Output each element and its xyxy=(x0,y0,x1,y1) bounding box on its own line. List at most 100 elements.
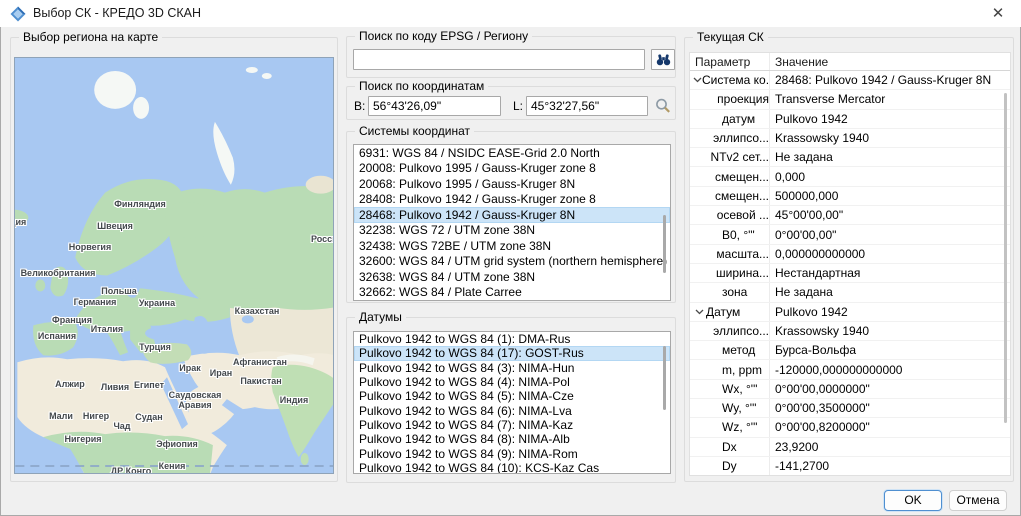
window-title: Выбор СК - КРЕДО 3D СКАН xyxy=(33,6,201,20)
param-value: Krassowsky 1940 xyxy=(770,131,1010,145)
list-item[interactable]: Pulkovo 1942 to WGS 84 (3): NIMA-Hun xyxy=(354,361,670,375)
current-cs-group: Текущая СК Параметр Значение Система ко.… xyxy=(684,37,1014,482)
param-name: эллипсо... xyxy=(697,131,769,145)
chevron-down-icon[interactable] xyxy=(693,309,706,315)
latitude-label: B: xyxy=(354,99,365,113)
param-value: Transverse Mercator xyxy=(770,92,1010,106)
param-row[interactable]: Dy-141,2700 xyxy=(690,457,1010,476)
param-name: метод xyxy=(706,343,755,357)
list-item[interactable]: Pulkovo 1942 to WGS 84 (5): NIMA-Cze xyxy=(354,389,670,403)
list-item[interactable]: Pulkovo 1942 to WGS 84 (8): NIMA-Alb xyxy=(354,432,670,446)
param-value: 0,000000000000 xyxy=(770,247,1010,261)
list-item[interactable]: Pulkovo 1942 to WGS 84 (10): KCS-Kaz Cas xyxy=(354,461,670,474)
param-name: ширина... xyxy=(700,266,769,280)
list-item[interactable]: 32662: WGS 84 / Plate Carree xyxy=(354,285,670,301)
map-image xyxy=(15,58,334,474)
chevron-down-icon[interactable] xyxy=(693,77,702,83)
latitude-input[interactable] xyxy=(368,96,501,116)
param-value: -120000,000000000000 xyxy=(770,363,1010,377)
region-map-group: Выбор региона на карте xyxy=(10,37,338,482)
param-row[interactable]: смещен...500000,000 xyxy=(690,187,1010,206)
param-name: проекция xyxy=(701,92,769,106)
param-value: Не задана xyxy=(770,150,1010,164)
list-item[interactable]: Pulkovo 1942 to WGS 84 (6): NIMA-Lva xyxy=(354,403,670,417)
datum-list-scrollbar[interactable] xyxy=(663,346,666,410)
list-item[interactable]: Pulkovo 1942 to WGS 84 (4): NIMA-Pol xyxy=(354,375,670,389)
app-icon xyxy=(10,6,26,22)
param-row[interactable]: B0, °'"0°00'00,00" xyxy=(690,225,1010,244)
cs-list: 6931: WGS 84 / NSIDC EASE-Grid 2.0 North… xyxy=(353,144,671,301)
param-value: Нестандартная xyxy=(770,266,1010,280)
param-row[interactable]: датумPulkovo 1942 xyxy=(690,110,1010,129)
param-row[interactable]: Wz, °'"0°00'00,8200000" xyxy=(690,418,1010,437)
epsg-search-input[interactable] xyxy=(353,49,645,70)
param-row[interactable]: Dx23,9200 xyxy=(690,438,1010,457)
param-value: 500000,000 xyxy=(770,189,1010,203)
param-row[interactable]: NTv2 сет...Не задана xyxy=(690,148,1010,167)
param-name: Dy xyxy=(706,459,737,473)
param-name: Wx, °'" xyxy=(706,382,757,396)
coords-search-button[interactable] xyxy=(653,96,673,116)
param-name: Wy, °'" xyxy=(706,401,756,415)
param-row[interactable]: эллипсо...Krassowsky 1940 xyxy=(690,322,1010,341)
longitude-input[interactable] xyxy=(526,96,648,116)
longitude-label: L: xyxy=(513,99,523,113)
param-row[interactable]: смещен...0,000 xyxy=(690,167,1010,186)
list-item[interactable]: Pulkovo 1942 to WGS 84 (9): NIMA-Rom xyxy=(354,446,670,460)
current-cs-table-body: Система ко...28468: Pulkovo 1942 / Gauss… xyxy=(690,71,1010,476)
list-item[interactable]: 20008: Pulkovo 1995 / Gauss-Kruger zone … xyxy=(354,161,670,177)
region-map[interactable]: ФинляндияШвецияНорвегиядияРоссияВеликобр… xyxy=(14,57,334,474)
list-item[interactable]: 32600: WGS 84 / UTM grid system (norther… xyxy=(354,254,670,270)
coordinate-systems-group: Системы координат 6931: WGS 84 / NSIDC E… xyxy=(346,131,676,303)
list-item[interactable]: Pulkovo 1942 to WGS 84 (1): DMA-Rus xyxy=(354,332,670,346)
cancel-button[interactable]: Отмена xyxy=(949,490,1007,511)
list-item[interactable]: 28468: Pulkovo 1942 / Gauss-Kruger 8N xyxy=(354,207,670,223)
param-name: датум xyxy=(706,112,755,126)
ok-button[interactable]: OK xyxy=(884,490,942,511)
param-name: m, ppm xyxy=(706,363,762,377)
param-name: эллипсо... xyxy=(697,324,769,338)
param-value: 0°00'00,0000000" xyxy=(770,382,1010,396)
param-row[interactable]: проекцияTransverse Mercator xyxy=(690,90,1010,109)
param-row[interactable]: m, ppm -120000,000000000000 xyxy=(690,360,1010,379)
param-value: Pulkovo 1942 xyxy=(770,305,1010,319)
param-row[interactable]: Wy, °'"0°00'00,3500000" xyxy=(690,399,1010,418)
list-item[interactable]: 32438: WGS 72BE / UTM zone 38N xyxy=(354,238,670,254)
param-row[interactable]: ДатумPulkovo 1942 xyxy=(690,303,1010,322)
list-item[interactable]: 20068: Pulkovo 1995 / Gauss-Kruger 8N xyxy=(354,176,670,192)
binoculars-search-button[interactable] xyxy=(651,49,675,70)
param-row[interactable]: Система ко...28468: Pulkovo 1942 / Gauss… xyxy=(690,71,1010,90)
magnifier-icon xyxy=(655,98,671,114)
list-item[interactable]: 6931: WGS 84 / NSIDC EASE-Grid 2.0 North xyxy=(354,145,670,161)
close-icon[interactable]: ✕ xyxy=(987,4,1009,24)
param-value: Бурса-Вольфа xyxy=(770,343,1010,357)
coords-search-group: Поиск по координатам B: L: xyxy=(346,86,676,120)
param-value: 28468: Pulkovo 1942 / Gauss-Kruger 8N xyxy=(770,73,1010,87)
param-name: осевой ... xyxy=(701,208,769,222)
list-item[interactable]: 28408: Pulkovo 1942 / Gauss-Kruger zone … xyxy=(354,192,670,208)
param-row[interactable]: метод Бурса-Вольфа xyxy=(690,341,1010,360)
current-cs-table-header: Параметр Значение xyxy=(690,53,1010,71)
param-row[interactable]: осевой ...45°00'00,00" xyxy=(690,206,1010,225)
param-row[interactable]: Wx, °'" 0°00'00,0000000" xyxy=(690,380,1010,399)
list-item[interactable]: 32238: WGS 72 / UTM zone 38N xyxy=(354,223,670,239)
param-name: Wz, °'" xyxy=(706,420,757,434)
param-row[interactable]: масшта...0,000000000000 xyxy=(690,245,1010,264)
param-name: Система ко... xyxy=(702,73,770,87)
cs-list-scrollbar[interactable] xyxy=(663,215,666,273)
current-cs-table-scrollbar[interactable] xyxy=(1004,93,1007,423)
coordinate-systems-group-label: Системы координат xyxy=(355,124,474,138)
datum-list: Pulkovo 1942 to WGS 84 (1): DMA-RusPulko… xyxy=(353,331,671,474)
param-row[interactable]: зонаНе задана xyxy=(690,283,1010,302)
param-row[interactable]: эллипсо...Krassowsky 1940 xyxy=(690,129,1010,148)
param-value: 0°00'00,00" xyxy=(770,228,1010,242)
param-value: 45°00'00,00" xyxy=(770,208,1010,222)
list-item[interactable]: Pulkovo 1942 to WGS 84 (17): GOST-Rus xyxy=(354,346,670,360)
param-row[interactable]: ширина...Нестандартная xyxy=(690,264,1010,283)
epsg-search-group: Поиск по коду EPSG / Региону xyxy=(346,36,676,78)
list-item[interactable]: Pulkovo 1942 to WGS 84 (7): NIMA-Kaz xyxy=(354,418,670,432)
param-name: смещен... xyxy=(699,170,769,184)
param-name: NTv2 сет... xyxy=(695,150,769,164)
param-value: 23,9200 xyxy=(770,440,1010,454)
list-item[interactable]: 32638: WGS 84 / UTM zone 38N xyxy=(354,269,670,285)
